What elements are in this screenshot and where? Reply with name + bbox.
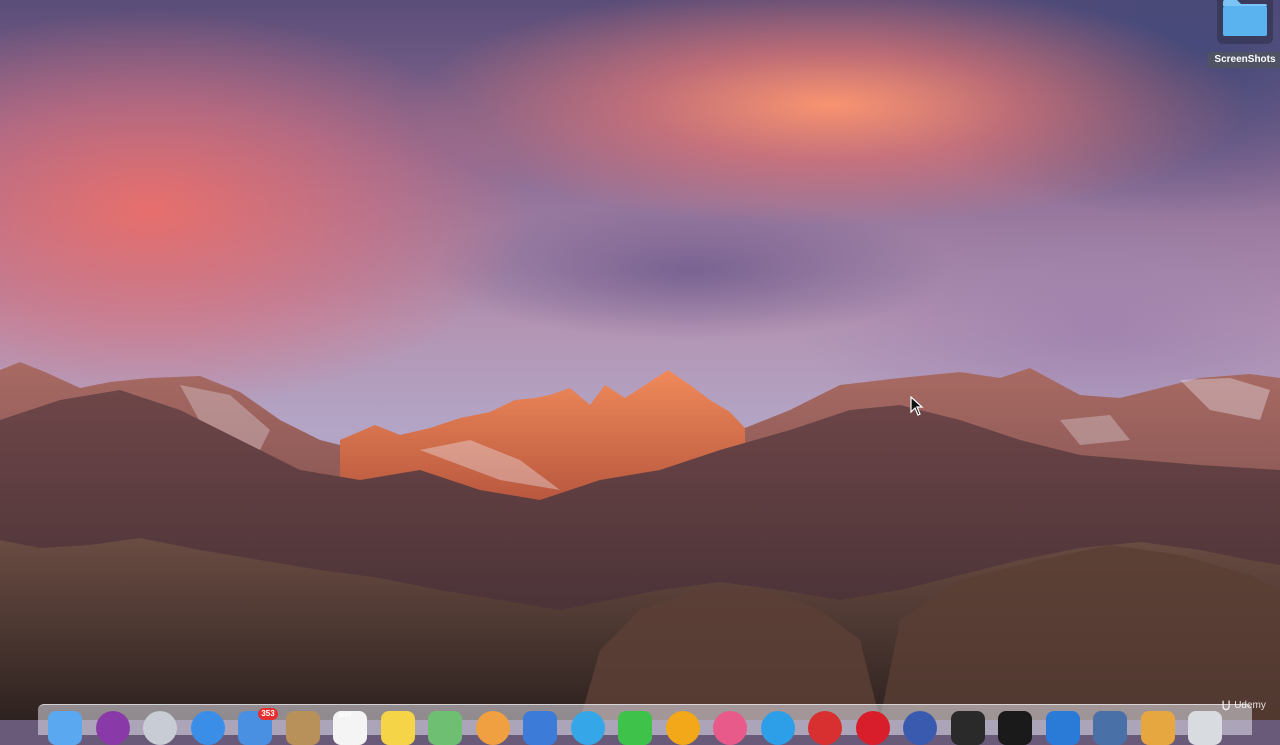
dock-item-trash[interactable] xyxy=(1188,711,1222,745)
dock-item-terminal[interactable] xyxy=(998,711,1032,745)
dock-item-red-app[interactable] xyxy=(808,711,842,745)
dock-item-text: MAY xyxy=(339,713,352,719)
dock-item-contacts[interactable] xyxy=(285,711,320,745)
wallpaper-mountains xyxy=(0,362,1280,720)
dock-item-mail[interactable]: 353 xyxy=(238,708,278,745)
watermark-text: Udemy xyxy=(1234,700,1266,711)
dock-item-blue-app[interactable] xyxy=(903,711,937,745)
dock-item-xcode[interactable] xyxy=(1045,711,1080,745)
desktop-wallpaper: ScreenShots xyxy=(0,0,1280,720)
notification-badge: 353 xyxy=(258,708,278,720)
dock-item-siri[interactable] xyxy=(95,711,130,745)
mouse-cursor-icon xyxy=(910,396,924,416)
dock-item-facetime[interactable] xyxy=(618,711,652,745)
dock-item-finder[interactable] xyxy=(48,711,82,745)
dock-item-opera[interactable] xyxy=(855,711,890,745)
dock-item-calendar[interactable]: MAY xyxy=(333,711,367,745)
dock-item-itunes[interactable] xyxy=(713,711,747,745)
watermark: ⋃ Udemy xyxy=(1222,698,1266,714)
folder-label: ScreenShots xyxy=(1208,52,1280,68)
dock-item-app-store[interactable] xyxy=(760,711,795,745)
udemy-logo-icon: ⋃ xyxy=(1222,700,1231,711)
dock-item-photos[interactable] xyxy=(475,711,510,745)
dock-item-messages[interactable] xyxy=(570,711,605,745)
folder-icon xyxy=(1217,0,1273,44)
dock-item-ibooks[interactable] xyxy=(665,711,700,745)
dock-item-preview[interactable] xyxy=(523,711,557,745)
desktop-folder-screenshots[interactable]: ScreenShots xyxy=(1208,0,1280,70)
dock-item-launchpad[interactable] xyxy=(143,711,177,745)
dock-item-safari[interactable] xyxy=(190,711,225,745)
dock-item-folder-app[interactable] xyxy=(1140,711,1175,745)
dock-item-maps[interactable] xyxy=(428,711,462,745)
dock-item-notes[interactable] xyxy=(380,711,415,745)
dock-item-image-app[interactable] xyxy=(1093,711,1127,745)
dock-item-activity-monitor[interactable] xyxy=(950,711,985,745)
